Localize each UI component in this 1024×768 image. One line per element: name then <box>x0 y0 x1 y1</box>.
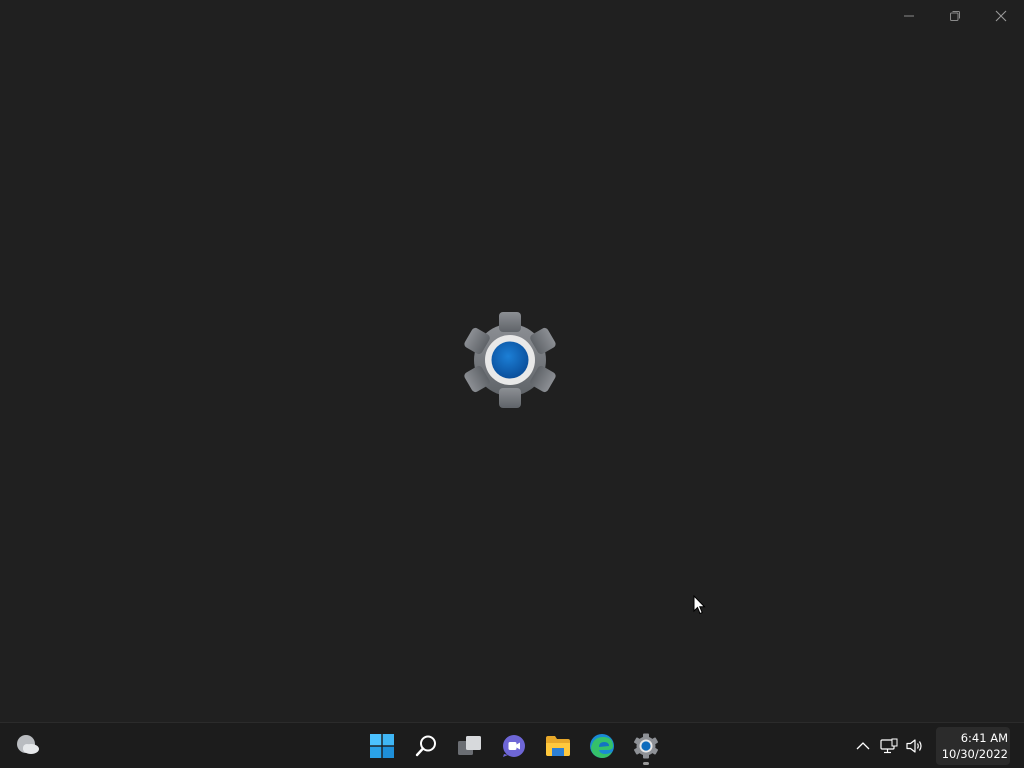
caption-buttons <box>886 0 1024 32</box>
show-hidden-icons-button[interactable] <box>850 731 876 761</box>
taskbar: 6:41 AM 10/30/2022 <box>0 722 1024 768</box>
task-view-icon <box>458 735 481 755</box>
network-button[interactable] <box>876 731 902 761</box>
start-button[interactable] <box>360 724 404 768</box>
chevron-up-icon <box>856 741 870 749</box>
teams-chat-icon <box>503 734 525 757</box>
minimize-button[interactable] <box>886 0 932 32</box>
windows-start-icon <box>370 733 394 758</box>
running-indicator <box>643 761 649 765</box>
close-button[interactable] <box>978 0 1024 32</box>
weather-cloudy-icon <box>17 735 39 754</box>
system-tray: 6:41 AM 10/30/2022 <box>850 723 1010 768</box>
volume-button[interactable] <box>902 731 928 761</box>
search-button[interactable] <box>404 724 448 768</box>
restore-button[interactable] <box>932 0 978 32</box>
clock-time: 6:41 AM <box>960 730 1008 745</box>
network-icon <box>880 738 898 753</box>
minimize-icon <box>904 15 914 17</box>
mouse-cursor-icon <box>693 594 707 615</box>
settings-taskbar-button[interactable] <box>624 724 668 768</box>
settings-window <box>0 0 1024 722</box>
settings-gear-icon <box>460 312 560 408</box>
taskbar-apps <box>360 723 668 768</box>
clock-date: 10/30/2022 <box>941 746 1008 761</box>
widgets-button[interactable] <box>14 733 42 757</box>
edge-browser-icon <box>590 733 614 758</box>
file-explorer-button[interactable] <box>536 724 580 768</box>
chat-button[interactable] <box>492 724 536 768</box>
search-icon <box>415 735 436 756</box>
folder-icon <box>546 735 570 756</box>
edge-button[interactable] <box>580 724 624 768</box>
restore-icon <box>950 11 960 21</box>
clock-button[interactable]: 6:41 AM 10/30/2022 <box>935 726 1010 765</box>
close-icon <box>995 10 1007 22</box>
task-view-button[interactable] <box>448 724 492 768</box>
settings-gear-icon <box>634 733 658 758</box>
volume-icon <box>906 738 922 753</box>
